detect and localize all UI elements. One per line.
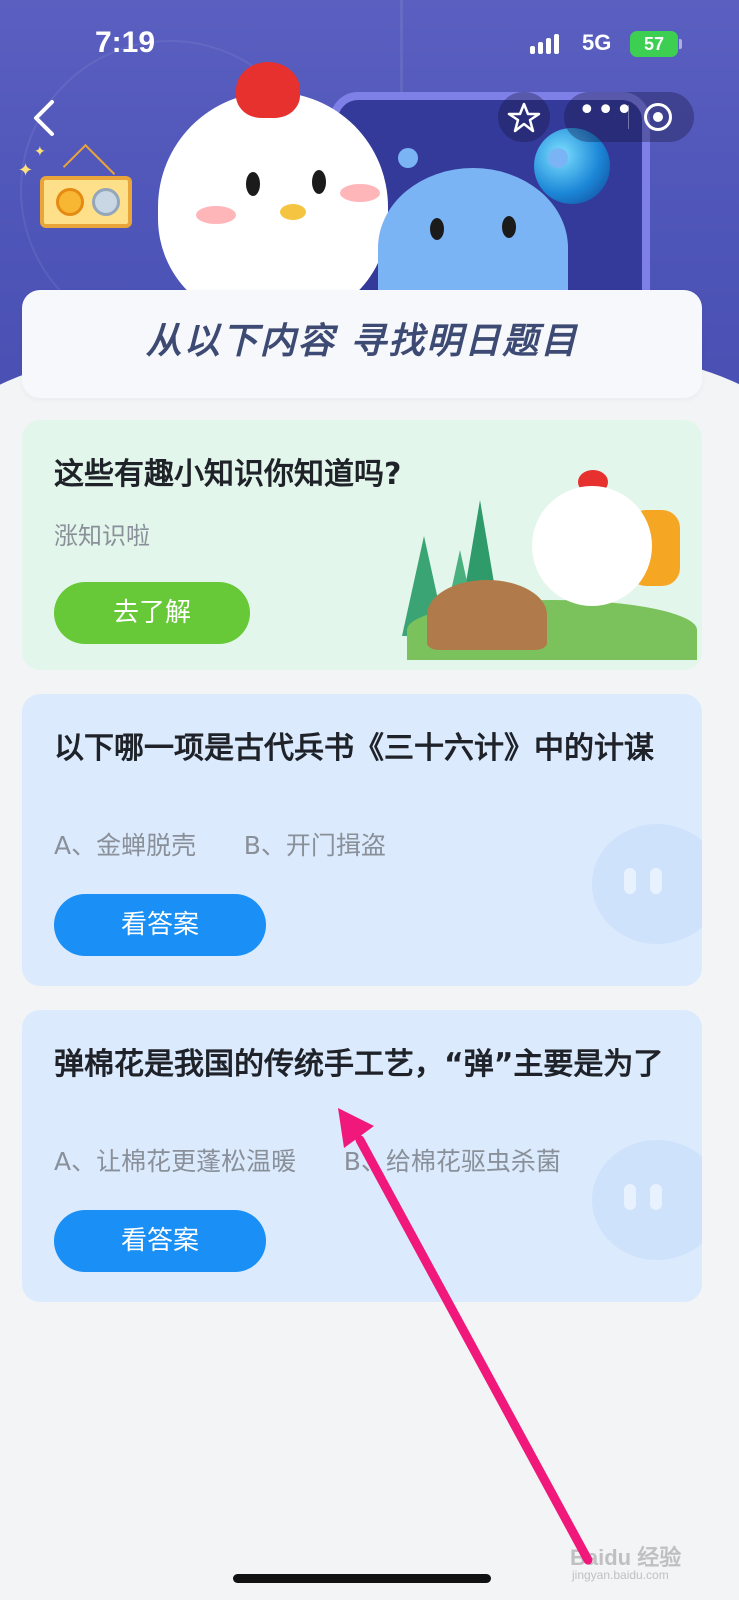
pointer-arrow xyxy=(338,1108,593,1565)
